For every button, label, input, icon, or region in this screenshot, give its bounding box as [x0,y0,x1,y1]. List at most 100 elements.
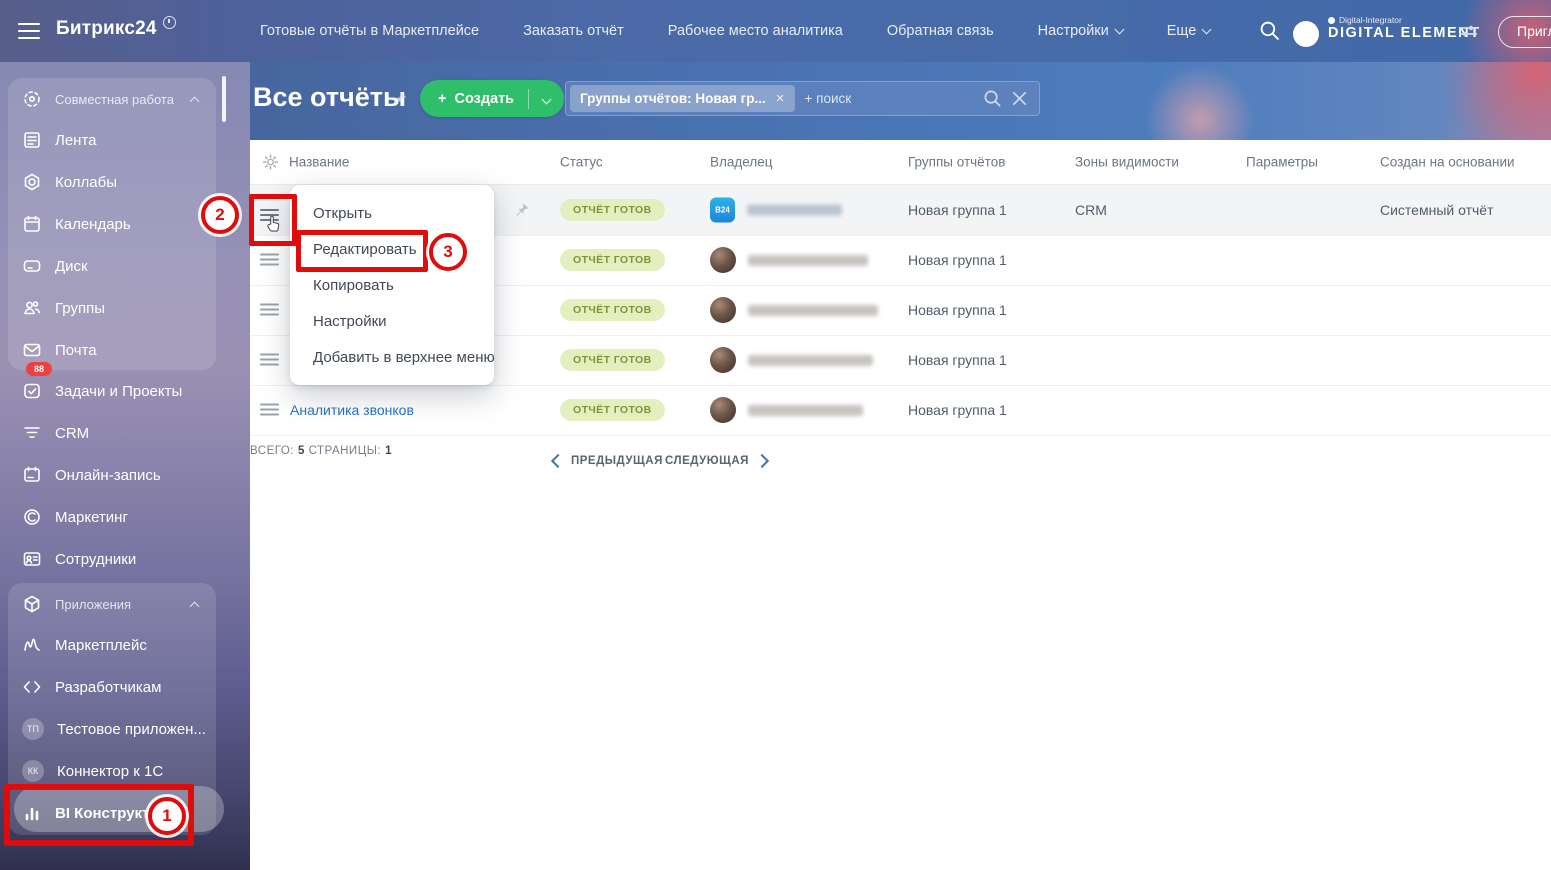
filter-search-bar[interactable]: Группы отчётов: Новая гр... × + поиск [565,81,1040,116]
pin-icon[interactable] [513,202,530,219]
column-status[interactable]: Статус [560,155,603,170]
column-groups[interactable]: Группы отчётов [908,155,1005,170]
sidebar-scrollbar[interactable] [222,76,226,122]
sidebar-item-tasks[interactable]: 88 Задачи и Проекты [8,370,216,412]
table-row[interactable]: Аналитика звонков ОТЧЁТ ГОТОВ Новая груп… [250,385,1551,436]
tasks-icon [22,381,42,401]
sidebar-section-collaboration[interactable]: Совместная работа [8,78,216,120]
sidebar-item-calendar[interactable]: Календарь [8,203,216,245]
chevron-up-icon [190,96,200,106]
gear-icon[interactable] [262,154,279,171]
filter-chip-report-groups[interactable]: Группы отчётов: Новая гр... × [570,85,795,112]
employees-icon [22,549,42,569]
pages-count: СТРАНИЦЫ:1 [309,445,392,457]
nav-more[interactable]: Еще [1167,23,1211,39]
plus-icon: + [438,91,446,107]
disk-icon [22,256,42,276]
brand-ball-icon [1293,21,1319,47]
row-drag-handle-icon[interactable] [260,354,279,367]
search-input[interactable]: + поиск [795,91,975,106]
nav-analyst-workspace[interactable]: Рабочее место аналитика [668,23,843,39]
code-icon [22,677,42,697]
chevron-down-icon [542,94,552,104]
sidebar-item-marketplace[interactable]: Маркетплейс [8,624,216,666]
nav-marketplace-reports[interactable]: Готовые отчёты в Маркетплейсе [260,23,479,39]
next-page-button[interactable]: СЛЕДУЮЩАЯ [665,455,767,467]
avatar [710,397,736,423]
column-name[interactable]: Название [289,155,349,170]
create-button[interactable]: +Создать [420,80,564,117]
sidebar-item-marketing[interactable]: Маркетинг [8,496,216,538]
avatar [710,247,736,273]
sidebar-item-test-app[interactable]: тп Тестовое приложен... [8,708,216,750]
column-owner[interactable]: Владелец [710,155,772,170]
sidebar-item-developers[interactable]: Разработчикам [8,666,216,708]
feed-icon [22,130,42,150]
nav-settings[interactable]: Настройки [1038,23,1123,39]
owner-cell[interactable] [710,247,868,273]
column-params[interactable]: Параметры [1246,155,1318,170]
menu-item-open[interactable]: Открыть [290,195,494,231]
group-cell: Новая группа 1 [908,202,1007,218]
nav-order-report[interactable]: Заказать отчёт [523,23,624,39]
status-badge: ОТЧЁТ ГОТОВ [560,249,665,271]
clear-search-icon[interactable] [1010,89,1029,108]
sidebar-item-bi-constructor[interactable]: BI Конструктор [8,792,216,834]
prev-page-button[interactable]: ПРЕДЫДУЩАЯ [553,455,663,467]
group-cell: Новая группа 1 [908,402,1007,418]
report-link-call-analytics[interactable]: Аналитика звонков [290,402,414,418]
mail-icon [22,340,42,360]
owner-cell[interactable] [710,297,878,323]
owner-cell[interactable]: B24 [710,198,842,223]
pin-icon[interactable] [390,90,408,108]
bitrix24-avatar: B24 [710,198,735,223]
digital-element-logo[interactable]: Digital-Integrator DIGITAL ELEMENT [1293,9,1480,47]
column-basis[interactable]: Создан на основании [1380,155,1515,170]
search-icon[interactable] [983,89,1002,108]
sliders-icon[interactable] [1458,24,1478,38]
blurred-owner-name [748,355,873,366]
row-drag-handle-icon[interactable] [260,304,279,317]
row-drag-handle-icon[interactable] [260,404,279,417]
sidebar-item-groups[interactable]: Группы [8,287,216,329]
sidebar-item-disk[interactable]: Диск [8,245,216,287]
page-header: Все отчёты +Создать Группы отчётов: Нова… [250,62,1551,140]
owner-cell[interactable] [710,347,873,373]
blurred-owner-name [748,405,863,416]
search-icon[interactable] [1259,20,1280,41]
sidebar-item-crm[interactable]: CRM [8,412,216,454]
top-nav: Готовые отчёты в Маркетплейсе Заказать о… [260,0,1210,62]
basis-cell: Системный отчёт [1380,202,1493,218]
sidebar-item-feed[interactable]: Лента [8,119,216,161]
chevron-right-icon [755,454,769,468]
sidebar-item-collabs[interactable]: Коллабы [8,161,216,203]
row-context-menu: Открыть Редактировать Копировать Настрой… [290,185,494,385]
calendar-icon [22,214,42,234]
collabs-icon [22,172,42,192]
create-dropdown-button[interactable] [529,91,564,107]
column-zones[interactable]: Зоны видимости [1075,155,1179,170]
marketing-icon [22,507,42,527]
crm-funnel-icon [22,423,42,443]
sidebar-item-employees[interactable]: Сотрудники [8,538,216,580]
blurred-owner-name [747,205,842,216]
bi-chart-icon [22,803,42,823]
bitrix-logo[interactable]: Битрикс24 [56,18,157,40]
invite-button[interactable]: Приглас [1498,16,1551,48]
menu-item-settings[interactable]: Настройки [290,303,494,339]
menu-item-add-to-top-menu[interactable]: Добавить в верхнее меню [290,339,494,375]
blurred-owner-name [748,255,868,266]
row-drag-handle-icon[interactable] [260,254,279,267]
collaboration-icon [22,89,42,109]
status-badge: ОТЧЁТ ГОТОВ [560,349,665,371]
hamburger-menu-icon[interactable] [18,23,40,39]
sidebar-item-booking[interactable]: Онлайн-запись [8,454,216,496]
marketplace-icon [22,635,42,655]
owner-cell[interactable] [710,397,863,423]
chip-close-icon[interactable]: × [776,90,785,107]
menu-item-edit[interactable]: Редактировать [290,231,494,267]
nav-feedback[interactable]: Обратная связь [887,23,994,39]
sidebar-section-apps[interactable]: Приложения [8,583,216,625]
group-cell: Новая группа 1 [908,302,1007,318]
menu-item-copy[interactable]: Копировать [290,267,494,303]
